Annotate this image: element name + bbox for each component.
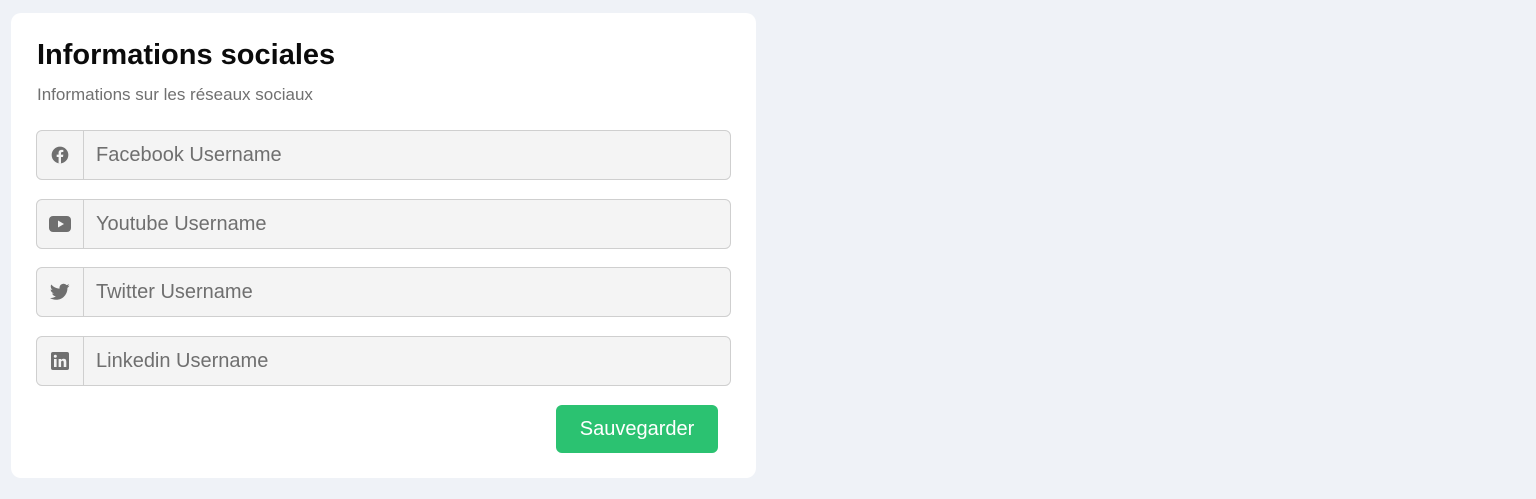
linkedin-icon (51, 352, 69, 370)
card-subtitle: Informations sur les réseaux sociaux (37, 85, 313, 104)
youtube-input-group (36, 199, 731, 249)
youtube-username-input[interactable] (84, 200, 730, 248)
linkedin-input-group (36, 336, 731, 386)
twitter-icon (50, 283, 70, 300)
facebook-icon-addon (37, 131, 84, 179)
youtube-icon (49, 216, 71, 232)
youtube-icon-addon (37, 200, 84, 248)
card-title: Informations sociales (37, 39, 336, 71)
twitter-input-group (36, 267, 731, 317)
twitter-username-input[interactable] (84, 268, 730, 316)
save-button[interactable]: Sauvegarder (556, 405, 718, 453)
facebook-icon (51, 146, 69, 164)
social-info-card: Informations sociales Informations sur l… (11, 13, 756, 478)
twitter-icon-addon (37, 268, 84, 316)
linkedin-username-input[interactable] (84, 337, 730, 385)
linkedin-icon-addon (37, 337, 84, 385)
facebook-username-input[interactable] (84, 131, 730, 179)
facebook-input-group (36, 130, 731, 180)
